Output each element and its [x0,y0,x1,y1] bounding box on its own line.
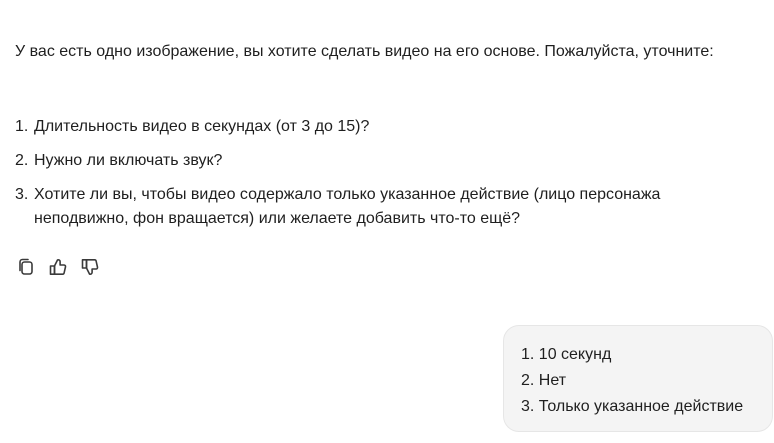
copy-button[interactable] [16,256,36,278]
question-text: Нужно ли включать звук? [34,152,223,169]
copy-icon [19,258,33,275]
dislike-button[interactable] [80,256,100,278]
question-text: Длительность видео в секундах (от 3 до 1… [34,118,370,135]
question-number: 1. [15,118,29,135]
assistant-intro-text: У вас есть одно изображение, вы хотите с… [15,43,714,60]
user-message-line: 2. Нет [521,372,567,389]
assistant-message: У вас есть одно изображение, вы хотите с… [15,41,765,227]
question-item: 2. Нужно ли включать звук? [15,149,755,173]
question-item: 1. Длительность видео в секундах (от 3 д… [15,115,755,139]
question-list: 1. Длительность видео в секундах (от 3 д… [15,115,755,241]
question-number: 3. [15,186,29,203]
thumbs-up-icon [49,259,67,275]
user-message-bubble: 1. 10 секунд 2. Нет 3. Только указанное … [503,325,773,432]
question-number: 2. [15,152,29,169]
message-actions [16,256,100,278]
like-button[interactable] [48,256,68,278]
user-message-line: 1. 10 секунд [521,346,612,363]
question-text: Хотите ли вы, чтобы видео содержало толь… [34,186,661,227]
user-message-line: 3. Только указанное действие [521,398,744,415]
thumbs-down-icon [81,259,99,275]
question-item: 3. Хотите ли вы, чтобы видео содержало т… [15,183,755,231]
